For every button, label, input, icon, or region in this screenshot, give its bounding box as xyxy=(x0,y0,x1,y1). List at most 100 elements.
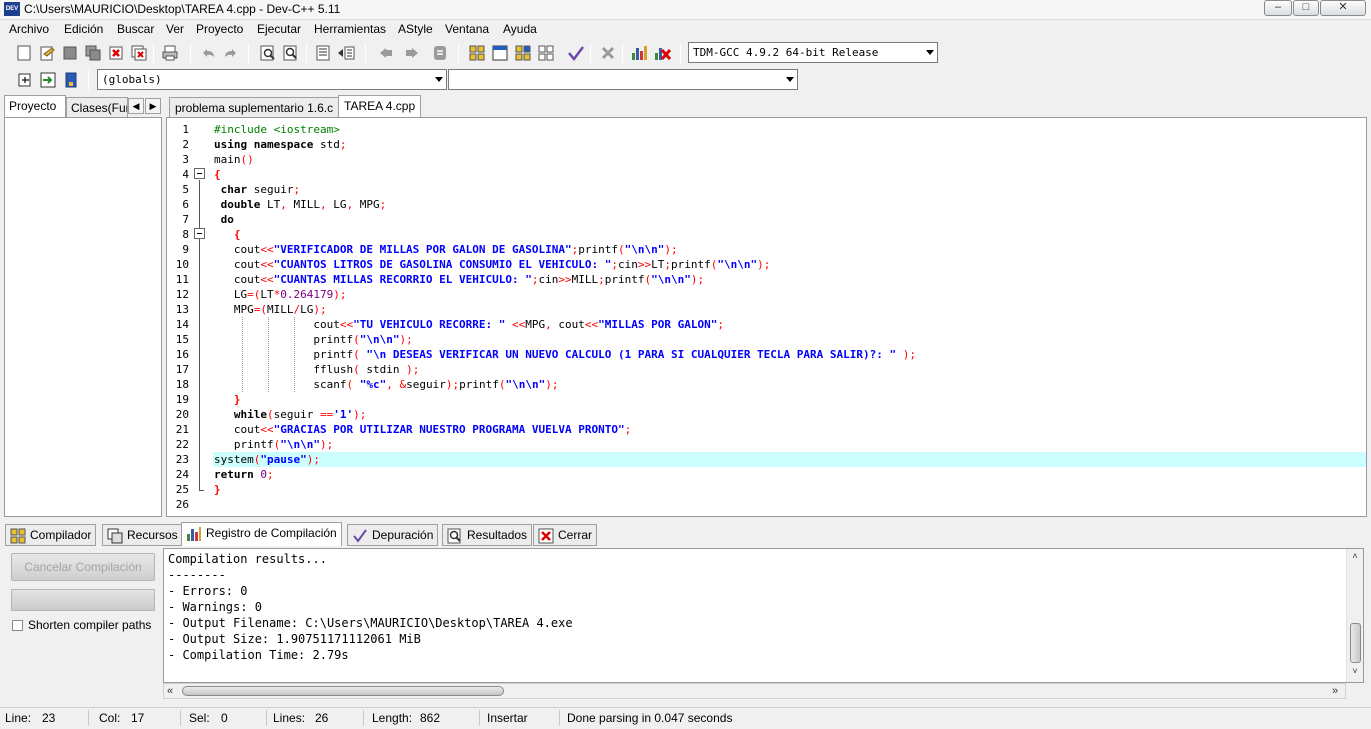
open-file-icon[interactable] xyxy=(37,43,57,63)
editor-tab-tarea4[interactable]: TAREA 4.cpp xyxy=(338,95,422,118)
save-all-icon[interactable] xyxy=(83,43,103,63)
line-number: 23 xyxy=(175,453,189,466)
profile-icon[interactable] xyxy=(630,43,650,63)
compiler-select[interactable]: TDM-GCC 4.9.2 64-bit Release xyxy=(688,42,938,63)
tab-clases[interactable]: Clases(Fun xyxy=(66,97,128,117)
code-line: using namespace std; xyxy=(214,138,347,151)
indent-guide xyxy=(268,317,269,392)
compile-log[interactable]: Compilation results... -------- - Errors… xyxy=(163,548,1364,683)
scroll-up-icon[interactable]: ˄ xyxy=(1349,551,1361,563)
goto-definition-icon[interactable] xyxy=(38,70,58,90)
scope-select[interactable]: (globals) xyxy=(97,69,447,90)
tab-resultados[interactable]: Resultados xyxy=(442,524,533,546)
toolbar-separator xyxy=(153,43,154,63)
minimize-button[interactable]: – xyxy=(1264,0,1292,16)
tab-compilador-label: Compilador xyxy=(30,528,92,542)
delete-profile-icon[interactable] xyxy=(653,43,673,63)
scroll-right-icon[interactable]: » xyxy=(1332,684,1344,698)
toggle-bookmark-icon[interactable] xyxy=(376,43,396,63)
goto-line-icon[interactable] xyxy=(430,43,450,63)
scroll-left-icon[interactable]: « xyxy=(167,684,179,698)
shorten-paths-checkbox[interactable] xyxy=(12,620,23,631)
stop-execution-icon[interactable] xyxy=(598,43,618,63)
code-line: char seguir; xyxy=(220,183,301,196)
toolbar-separator xyxy=(306,43,307,63)
maximize-button[interactable]: □ xyxy=(1293,0,1319,16)
log-line: -------- xyxy=(168,568,226,582)
code-line: #include <iostream> xyxy=(214,123,340,136)
status-line-label: Line: xyxy=(5,711,32,725)
new-file-icon[interactable] xyxy=(14,43,34,63)
line-number: 9 xyxy=(182,243,189,256)
code-line: printf("\n\n"); xyxy=(214,438,334,451)
line-number: 19 xyxy=(175,393,189,406)
goto-bookmark-icon[interactable] xyxy=(402,43,422,63)
cancel-compilation-button[interactable]: Cancelar Compilación xyxy=(11,553,155,581)
tab-recursos[interactable]: Recursos xyxy=(102,524,183,546)
run-icon[interactable] xyxy=(490,43,510,63)
undo-icon[interactable] xyxy=(198,43,218,63)
print-icon[interactable] xyxy=(160,43,180,63)
menu-ventana[interactable]: Ventana xyxy=(445,22,489,36)
editor-tab-problema[interactable]: problema suplementario 1.6.c xyxy=(169,97,340,118)
function-select[interactable] xyxy=(448,69,798,90)
code-line: fflush( stdin ); xyxy=(214,363,420,376)
tab-depuracion[interactable]: Depuración xyxy=(347,524,439,546)
menu-buscar[interactable]: Buscar xyxy=(117,22,154,36)
rebuild-icon[interactable] xyxy=(536,43,556,63)
check-icon xyxy=(353,529,367,543)
scroll-down-icon[interactable]: ˅ xyxy=(1349,666,1361,678)
line-number: 8 xyxy=(182,228,189,241)
insert-icon[interactable] xyxy=(15,70,35,90)
tab-proyecto[interactable]: Proyecto xyxy=(4,95,66,117)
status-separator xyxy=(180,710,181,726)
tab-registro-compilacion[interactable]: Registro de Compilación xyxy=(181,522,342,546)
menu-ver[interactable]: Ver xyxy=(166,22,184,36)
redo-icon[interactable] xyxy=(221,43,241,63)
close-all-icon[interactable] xyxy=(129,43,149,63)
tab-compilador[interactable]: Compilador xyxy=(5,524,97,546)
scrollbar-thumb[interactable] xyxy=(182,686,504,696)
tab-recursos-label: Recursos xyxy=(127,528,178,542)
tab-scroll-right-icon[interactable]: ▶ xyxy=(145,98,161,114)
project-tree[interactable] xyxy=(4,117,162,517)
syntax-check-icon[interactable] xyxy=(566,43,586,63)
menu-proyecto[interactable]: Proyecto xyxy=(196,22,243,36)
fold-toggle-icon[interactable] xyxy=(194,168,205,179)
bookmark-icon[interactable] xyxy=(61,70,81,90)
menu-astyle[interactable]: AStyle xyxy=(398,22,433,36)
main-toolbar: TDM-GCC 4.9.2 64-bit Release xyxy=(0,40,945,66)
unindent-icon[interactable] xyxy=(336,43,356,63)
log-horizontal-scrollbar[interactable]: « » xyxy=(163,683,1346,699)
compile-icon[interactable] xyxy=(467,43,487,63)
menu-ejecutar[interactable]: Ejecutar xyxy=(257,22,301,36)
menu-archivo[interactable]: Archivo xyxy=(9,22,49,36)
status-lines-value: 26 xyxy=(315,711,329,725)
code-editor[interactable]: 1 2 3 4 5 6 7 8 9 10 11 12 13 14 15 16 17 18 19 20 21 22 23 24 2… xyxy=(166,117,1367,517)
menu-herramientas[interactable]: Herramientas xyxy=(314,22,386,36)
class-toolbar: (globals) xyxy=(0,67,800,93)
compile-progress-bar xyxy=(11,589,155,611)
indent-icon[interactable] xyxy=(313,43,333,63)
fold-line xyxy=(199,180,200,484)
close-button[interactable]: ✕ xyxy=(1320,0,1366,16)
tab-cerrar[interactable]: Cerrar xyxy=(533,524,598,546)
compile-icon xyxy=(10,528,26,544)
find-icon[interactable] xyxy=(258,43,278,63)
toolbar-separator xyxy=(622,43,623,63)
replace-icon[interactable] xyxy=(281,43,301,63)
tab-resultados-label: Resultados xyxy=(467,528,528,542)
menu-ayuda[interactable]: Ayuda xyxy=(503,22,537,36)
compile-run-icon[interactable] xyxy=(513,43,533,63)
fold-toggle-icon[interactable] xyxy=(194,228,205,239)
close-file-icon[interactable] xyxy=(106,43,126,63)
line-number: 5 xyxy=(182,183,189,196)
save-icon[interactable] xyxy=(60,43,80,63)
status-line-value: 23 xyxy=(42,711,56,725)
line-number: 26 xyxy=(175,498,189,511)
line-number: 24 xyxy=(175,468,189,481)
log-vertical-scrollbar[interactable]: ˄ ˅ xyxy=(1346,549,1363,682)
tab-scroll-left-icon[interactable]: ◀ xyxy=(128,98,144,114)
scrollbar-thumb[interactable] xyxy=(1350,623,1361,663)
menu-edicion[interactable]: Edición xyxy=(64,22,103,36)
